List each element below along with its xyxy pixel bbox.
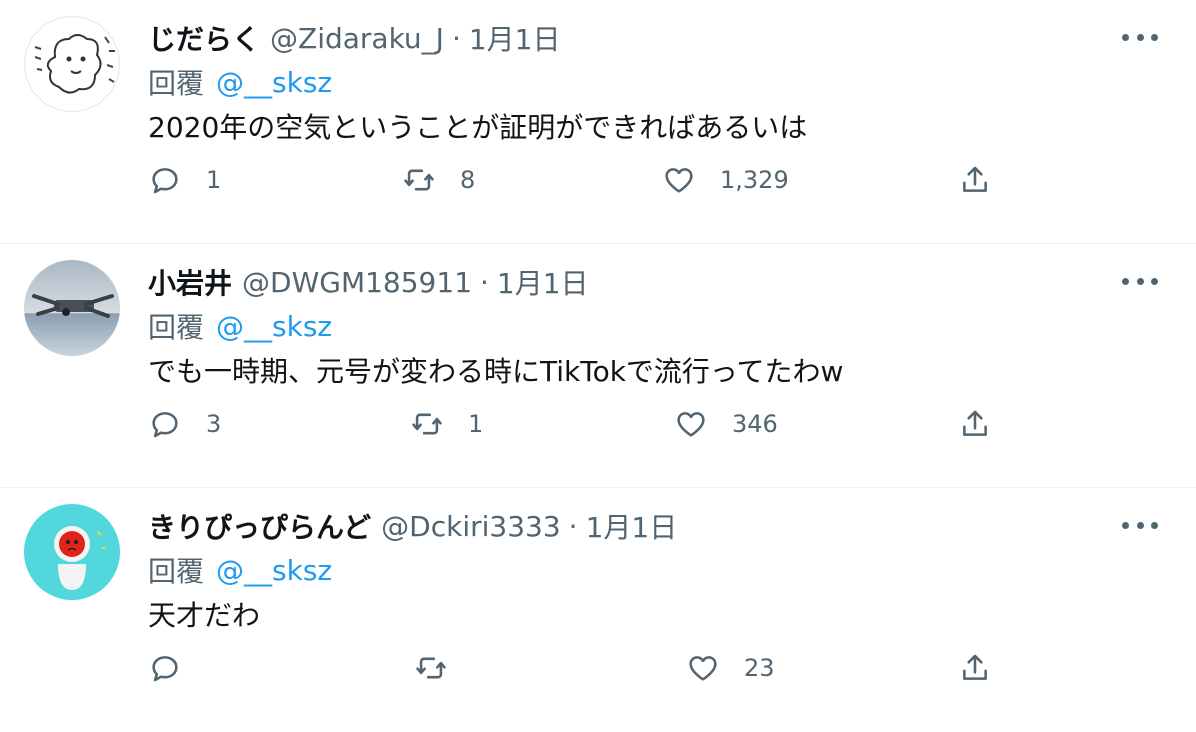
avatar[interactable] xyxy=(24,16,120,112)
separator-dot: · xyxy=(568,509,578,543)
share-button[interactable] xyxy=(958,640,992,696)
heart-icon xyxy=(662,163,696,197)
like-count: 1,329 xyxy=(720,166,789,194)
replying-to: 回覆 @__sksz xyxy=(148,62,332,102)
reply-icon xyxy=(148,163,182,197)
separator-dot: · xyxy=(480,265,489,299)
tweet[interactable]: じだらく @Zidaraku_J · 1月1日 回覆 @__sksz 2020年… xyxy=(0,0,1196,244)
retweet-button[interactable] xyxy=(414,640,472,696)
tweet-text: 2020年の空気ということが証明ができればあるいは xyxy=(148,111,808,144)
tweet-actions: 23 xyxy=(0,640,1196,696)
reply-button[interactable] xyxy=(148,640,206,696)
reply-label: 回覆 xyxy=(148,555,205,588)
separator-dot: · xyxy=(451,21,461,55)
avatar[interactable] xyxy=(24,260,120,356)
retweet-icon xyxy=(414,651,448,685)
reply-button[interactable]: 3 xyxy=(148,396,221,452)
reply-to-link[interactable]: @__sksz xyxy=(216,310,332,343)
reply-to-link[interactable]: @__sksz xyxy=(216,66,332,99)
like-button[interactable]: 23 xyxy=(686,640,775,696)
like-button[interactable]: 346 xyxy=(674,396,778,452)
retweet-icon xyxy=(402,163,436,197)
retweet-count: 8 xyxy=(460,166,476,194)
tweet[interactable]: きりぴっぴらんど @Dckiri3333 · 1月1日 回覆 @__sksz 天… xyxy=(0,488,1196,732)
reply-count: 1 xyxy=(206,166,222,194)
reply-count: 3 xyxy=(206,410,222,438)
replying-to: 回覆 @__sksz xyxy=(148,306,332,346)
retweet-icon xyxy=(410,407,444,441)
tweet-actions: 3 1 346 xyxy=(0,396,1196,452)
more-icon[interactable] xyxy=(1122,22,1158,52)
display-name[interactable]: きりぴっぴらんど xyxy=(148,506,371,546)
user-handle[interactable]: @Dckiri3333 xyxy=(381,510,561,543)
tweet-actions: 1 8 1,329 xyxy=(0,152,1196,208)
user-handle[interactable]: @DWGM185911 xyxy=(242,266,472,299)
tweet-text: 天才だわ xyxy=(148,599,261,632)
reply-to-link[interactable]: @__sksz xyxy=(216,554,332,587)
share-button[interactable] xyxy=(958,396,992,452)
share-button[interactable] xyxy=(958,152,992,208)
tweet-text: でも一時期、元号が変わる時にTikTokで流行ってたわw xyxy=(148,355,844,388)
like-button[interactable]: 1,329 xyxy=(662,152,789,208)
like-count: 23 xyxy=(744,654,775,682)
replying-to: 回覆 @__sksz xyxy=(148,550,332,590)
display-name[interactable]: じだらく xyxy=(148,18,260,58)
tweet-date[interactable]: 1月1日 xyxy=(586,506,678,546)
reply-label: 回覆 xyxy=(148,311,205,344)
share-icon xyxy=(958,651,992,685)
reply-button[interactable]: 1 xyxy=(148,152,221,208)
display-name[interactable]: 小岩井 xyxy=(148,262,232,302)
reply-icon xyxy=(148,407,182,441)
reply-icon xyxy=(148,651,182,685)
user-handle[interactable]: @Zidaraku_J xyxy=(270,22,444,55)
retweet-count: 1 xyxy=(468,410,484,438)
tweet-date[interactable]: 1月1日 xyxy=(469,18,561,58)
reply-label: 回覆 xyxy=(148,67,205,100)
avatar[interactable] xyxy=(24,504,120,600)
more-icon[interactable] xyxy=(1122,510,1158,540)
retweet-button[interactable]: 8 xyxy=(402,152,475,208)
share-icon xyxy=(958,407,992,441)
heart-icon xyxy=(686,651,720,685)
more-icon[interactable] xyxy=(1122,266,1158,296)
tweet-date[interactable]: 1月1日 xyxy=(497,262,589,302)
share-icon xyxy=(958,163,992,197)
like-count: 346 xyxy=(732,410,778,438)
retweet-button[interactable]: 1 xyxy=(410,396,483,452)
heart-icon xyxy=(674,407,708,441)
tweet[interactable]: 小岩井 @DWGM185911 · 1月1日 回覆 @__sksz でも一時期、… xyxy=(0,244,1196,488)
